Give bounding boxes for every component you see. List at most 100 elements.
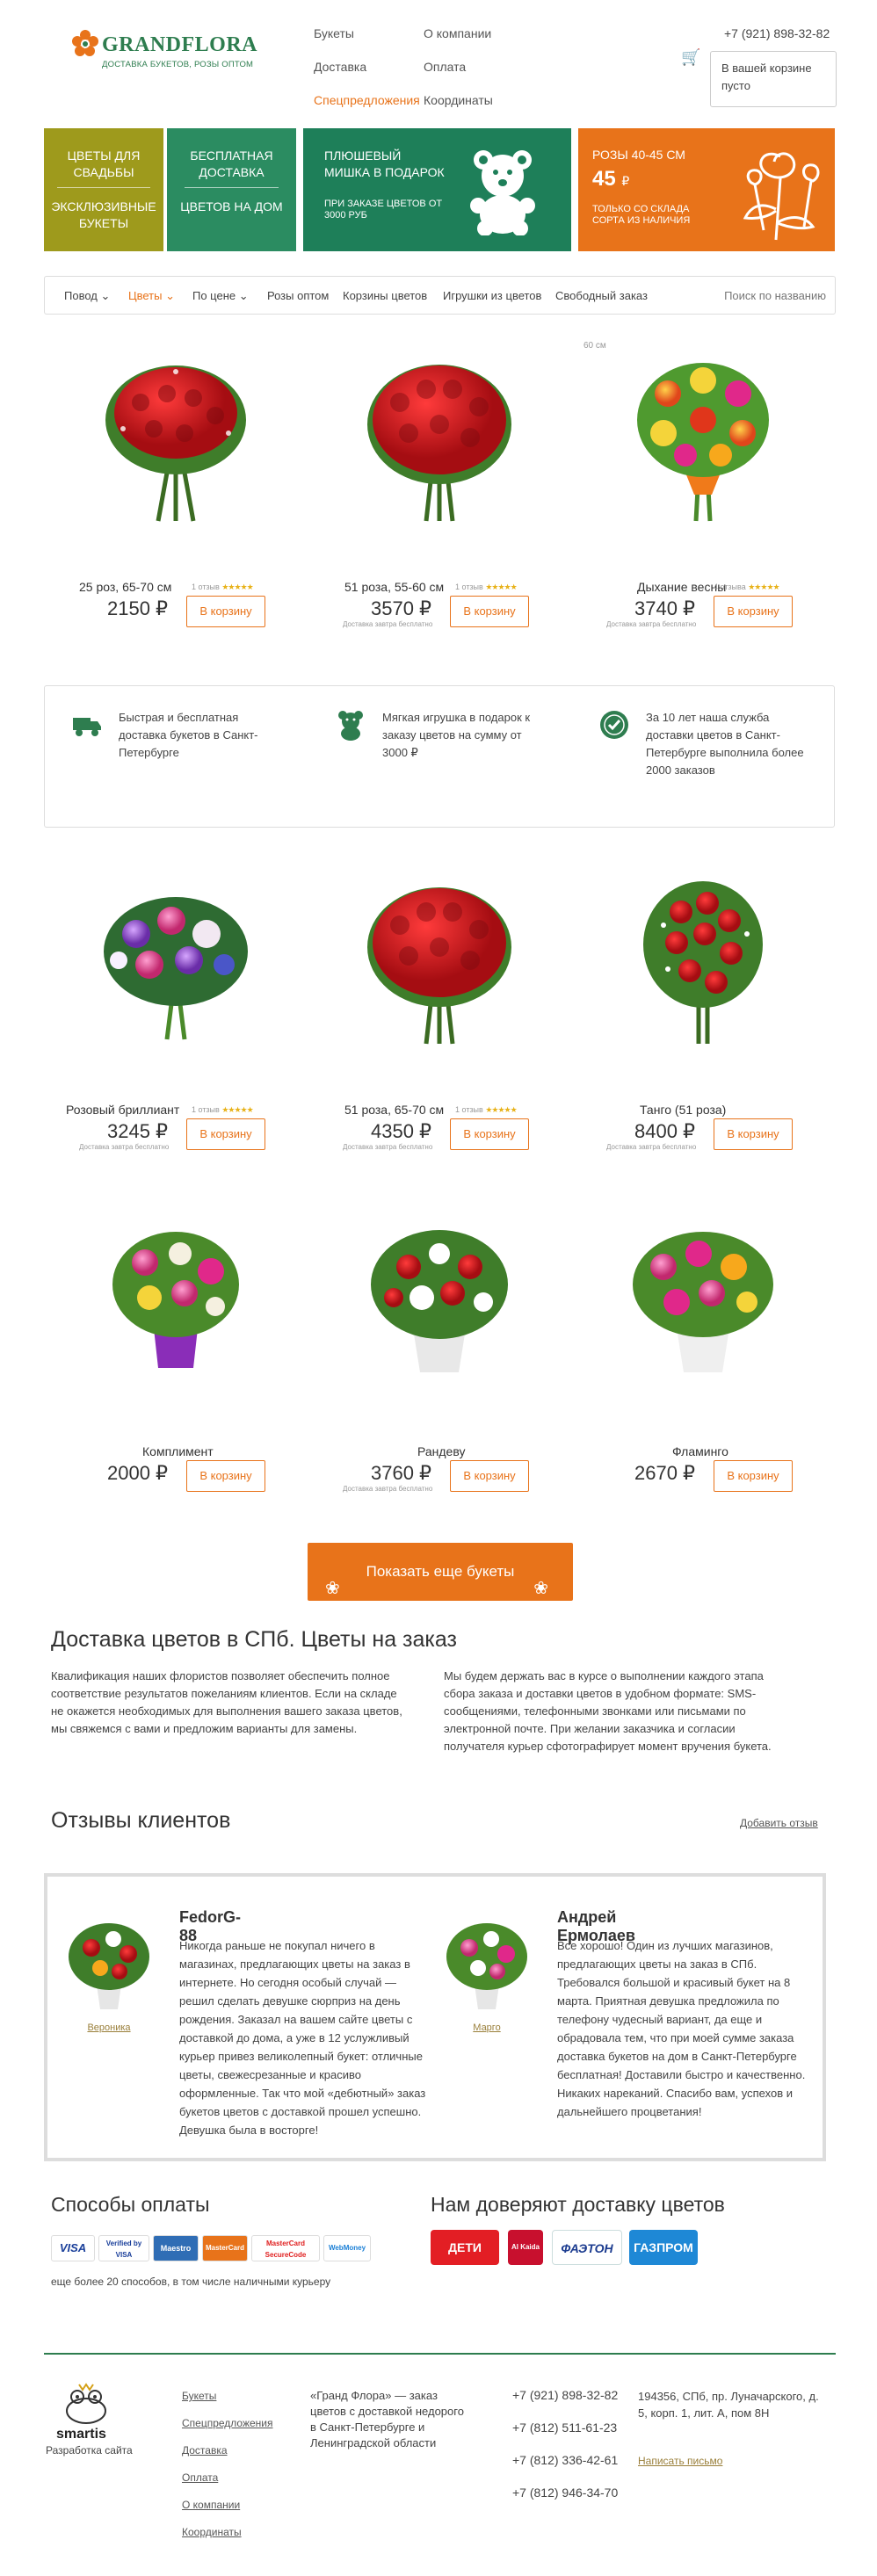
bouquet-image xyxy=(105,365,246,522)
add-to-cart-button[interactable]: В корзину xyxy=(450,1118,529,1150)
site-logo[interactable]: GRANDFLORA ДОСТАВКА БУКЕТОВ, РОЗЫ ОПТОМ xyxy=(70,21,257,91)
bouquet-image xyxy=(367,887,511,1045)
product-card[interactable]: 51 роза, 55-60 см 1 отзыв ★★★★★ 3570 ₽ Д… xyxy=(308,343,571,633)
payment-title: Способы оплаты xyxy=(51,2193,210,2216)
visa-logo: VISA xyxy=(51,2235,95,2261)
add-to-cart-button[interactable]: В корзину xyxy=(714,1460,793,1492)
review-photo-caption[interactable]: Вероника xyxy=(65,2022,153,2033)
flower-icon: ❀ xyxy=(533,1579,548,1598)
bouquet-image xyxy=(637,363,769,522)
product-name[interactable]: 51 роза, 65-70 см xyxy=(344,1103,444,1117)
footer-link-payment[interactable]: Оплата xyxy=(182,2471,218,2484)
menu-item-occasion[interactable]: Повод ⌄ xyxy=(64,289,110,303)
menu-item-flower-baskets[interactable]: Корзины цветов xyxy=(343,289,427,302)
add-to-cart-button[interactable]: В корзину xyxy=(714,1118,793,1150)
cart-status[interactable]: В вашей корзине пусто xyxy=(710,51,837,107)
nav-link-bouquets[interactable]: Букеты xyxy=(314,26,420,60)
footer-link-about[interactable]: О компании xyxy=(182,2499,240,2511)
bouquet-image xyxy=(643,881,763,1044)
banner-teddy-bear[interactable]: ПЛЮШЕВЫЙ МИШКА В ПОДАРОК ПРИ ЗАКАЗЕ ЦВЕТ… xyxy=(303,128,571,251)
product-name[interactable]: 51 роза, 55-60 см xyxy=(344,580,444,594)
banner-free-delivery[interactable]: БЕСПЛАТНАЯ ДОСТАВКА ЦВЕТОВ НА ДОМ xyxy=(167,128,296,251)
menu-item-wholesale-roses[interactable]: Розы оптом xyxy=(267,289,329,302)
footer-link-contacts[interactable]: Координаты xyxy=(182,2526,242,2538)
add-to-cart-button[interactable]: В корзину xyxy=(186,596,265,627)
nav-link-payment[interactable]: Оплата xyxy=(424,60,493,93)
payment-note: еще более 20 способов, в том числе налич… xyxy=(51,2276,331,2288)
chevron-down-icon: ⌄ xyxy=(100,289,111,302)
nav-link-special-offers[interactable]: Спецпредложения xyxy=(314,93,420,127)
footer-link-bouquets[interactable]: Букеты xyxy=(182,2390,216,2402)
add-to-cart-button[interactable]: В корзину xyxy=(714,596,793,627)
product-rating[interactable]: 1 отзыв ★★★★★ xyxy=(192,582,254,592)
partner-logo: ФАЭТОН xyxy=(552,2230,622,2265)
nav-link-contacts[interactable]: Координаты xyxy=(424,93,493,127)
feature-text: Мягкая игрушка в подарок к заказу цветов… xyxy=(382,711,531,759)
frog-logo-icon xyxy=(66,2383,106,2424)
product-price: 3245 ₽ xyxy=(107,1120,169,1142)
product-card[interactable]: Дыхание весны 4 отзыва ★★★★★ 3740 ₽ Дост… xyxy=(571,343,835,633)
product-name[interactable]: Комплимент xyxy=(142,1444,214,1458)
product-card[interactable]: Рандеву 3760 ₽ Доставка завтра бесплатно… xyxy=(308,1207,571,1497)
footer-link-delivery[interactable]: Доставка xyxy=(182,2444,228,2457)
footer-phone[interactable]: +7 (921) 898-32-82 xyxy=(512,2388,618,2402)
add-to-cart-button[interactable]: В корзину xyxy=(450,596,529,627)
divider xyxy=(57,187,150,188)
webmoney-logo: WebMoney xyxy=(323,2235,371,2261)
review-count: 1 отзыв xyxy=(455,582,483,591)
product-rating[interactable]: 1 отзыв ★★★★★ xyxy=(455,582,518,592)
banner-wedding[interactable]: ЦВЕТЫ ДЛЯ СВАДЬБЫ ЭКСКЛЮЗИВНЫЕ БУКЕТЫ xyxy=(44,128,163,251)
add-to-cart-button[interactable]: В корзину xyxy=(450,1460,529,1492)
teddy-bear-icon xyxy=(338,711,363,741)
product-rating[interactable]: 4 отзыва ★★★★★ xyxy=(714,582,780,592)
add-review-link[interactable]: Добавить отзыв xyxy=(740,1817,818,1829)
add-to-cart-button[interactable]: В корзину xyxy=(186,1118,265,1150)
banner-roses-price: 45 ₽ xyxy=(592,167,629,192)
verified-by-visa-logo: Verified by VISA xyxy=(98,2235,149,2261)
product-rating[interactable]: 1 отзыв ★★★★★ xyxy=(455,1105,518,1115)
reviews-title: Отзывы клиентов xyxy=(51,1808,231,1833)
teddy-bear-icon xyxy=(470,150,535,235)
delivery-note: Доставка завтра бесплатно xyxy=(343,1485,433,1493)
seo-text-left: Квалификация наших флористов позволяет о… xyxy=(51,1669,402,1735)
nav-link-about[interactable]: О компании xyxy=(424,26,493,60)
menu-item-flowers[interactable]: Цветы ⌄ xyxy=(128,289,175,303)
search-by-name-link[interactable]: Поиск по названию xyxy=(724,289,826,302)
developer-name: smartis xyxy=(56,2427,106,2442)
footer-phone[interactable]: +7 (812) 511-61-23 xyxy=(512,2420,617,2435)
product-card[interactable]: Розовый бриллиант 1 отзыв ★★★★★ 3245 ₽ Д… xyxy=(44,865,308,1155)
product-card[interactable]: Комплимент 2000 ₽ В корзину xyxy=(44,1207,308,1497)
product-name[interactable]: Рандеву xyxy=(417,1444,465,1458)
banner-roses-wholesale[interactable]: РОЗЫ 40-45 СМ 45 ₽ ТОЛЬКО СО СКЛАДА СОРТ… xyxy=(578,128,835,251)
product-card[interactable]: Танго (51 роза) 8400 ₽ Доставка завтра б… xyxy=(571,865,835,1155)
banner-wedding-subtitle: ЭКСКЛЮЗИВНЫЕ БУКЕТЫ xyxy=(51,199,156,230)
footer-link-special-offers[interactable]: Спецпредложения xyxy=(182,2417,273,2429)
cart-icon[interactable]: 🛒 xyxy=(681,48,700,67)
footer-phone[interactable]: +7 (812) 336-42-61 xyxy=(512,2453,618,2467)
menu-item-by-price[interactable]: По цене ⌄ xyxy=(192,289,249,303)
menu-item-flower-toys[interactable]: Игрушки из цветов xyxy=(443,289,541,302)
maestro-logo: Maestro xyxy=(153,2235,199,2261)
write-letter-link[interactable]: Написать письмо xyxy=(638,2455,722,2467)
product-price: 4350 ₽ xyxy=(371,1120,432,1142)
product-name[interactable]: 25 роз, 65-70 см xyxy=(79,580,171,594)
product-card[interactable]: Фламинго 2670 ₽ В корзину xyxy=(571,1207,835,1497)
menu-item-custom-order[interactable]: Свободный заказ xyxy=(555,289,648,302)
star-icon: ★★★★★ xyxy=(221,1105,253,1114)
footer-phone[interactable]: +7 (812) 946-34-70 xyxy=(512,2486,618,2500)
product-name[interactable]: Фламинго xyxy=(672,1444,728,1458)
product-name[interactable]: Танго (51 роза) xyxy=(640,1103,726,1117)
header-phone[interactable]: +7 (921) 898-32-82 xyxy=(724,26,830,40)
product-rating[interactable]: 1 отзыв ★★★★★ xyxy=(192,1105,254,1115)
bouquet-image xyxy=(633,1232,773,1372)
product-card[interactable]: 25 роз, 65-70 см 1 отзыв ★★★★★ 2150 ₽ В … xyxy=(44,343,308,633)
review-photo-caption[interactable]: Марго xyxy=(443,2022,531,2033)
bouquet-image xyxy=(104,897,248,1040)
product-name[interactable]: Розовый бриллиант xyxy=(66,1103,179,1117)
nav-link-delivery[interactable]: Доставка xyxy=(314,60,420,93)
reviews-box: Вероника FedorG-88 Никогда раньше не пок… xyxy=(44,1873,826,2161)
add-to-cart-button[interactable]: В корзину xyxy=(186,1460,265,1492)
show-more-button[interactable]: ❀ Показать еще букеты ❀ xyxy=(308,1543,573,1601)
footer-divider xyxy=(44,2353,836,2355)
product-card[interactable]: 51 роза, 65-70 см 1 отзыв ★★★★★ 4350 ₽ Д… xyxy=(308,865,571,1155)
